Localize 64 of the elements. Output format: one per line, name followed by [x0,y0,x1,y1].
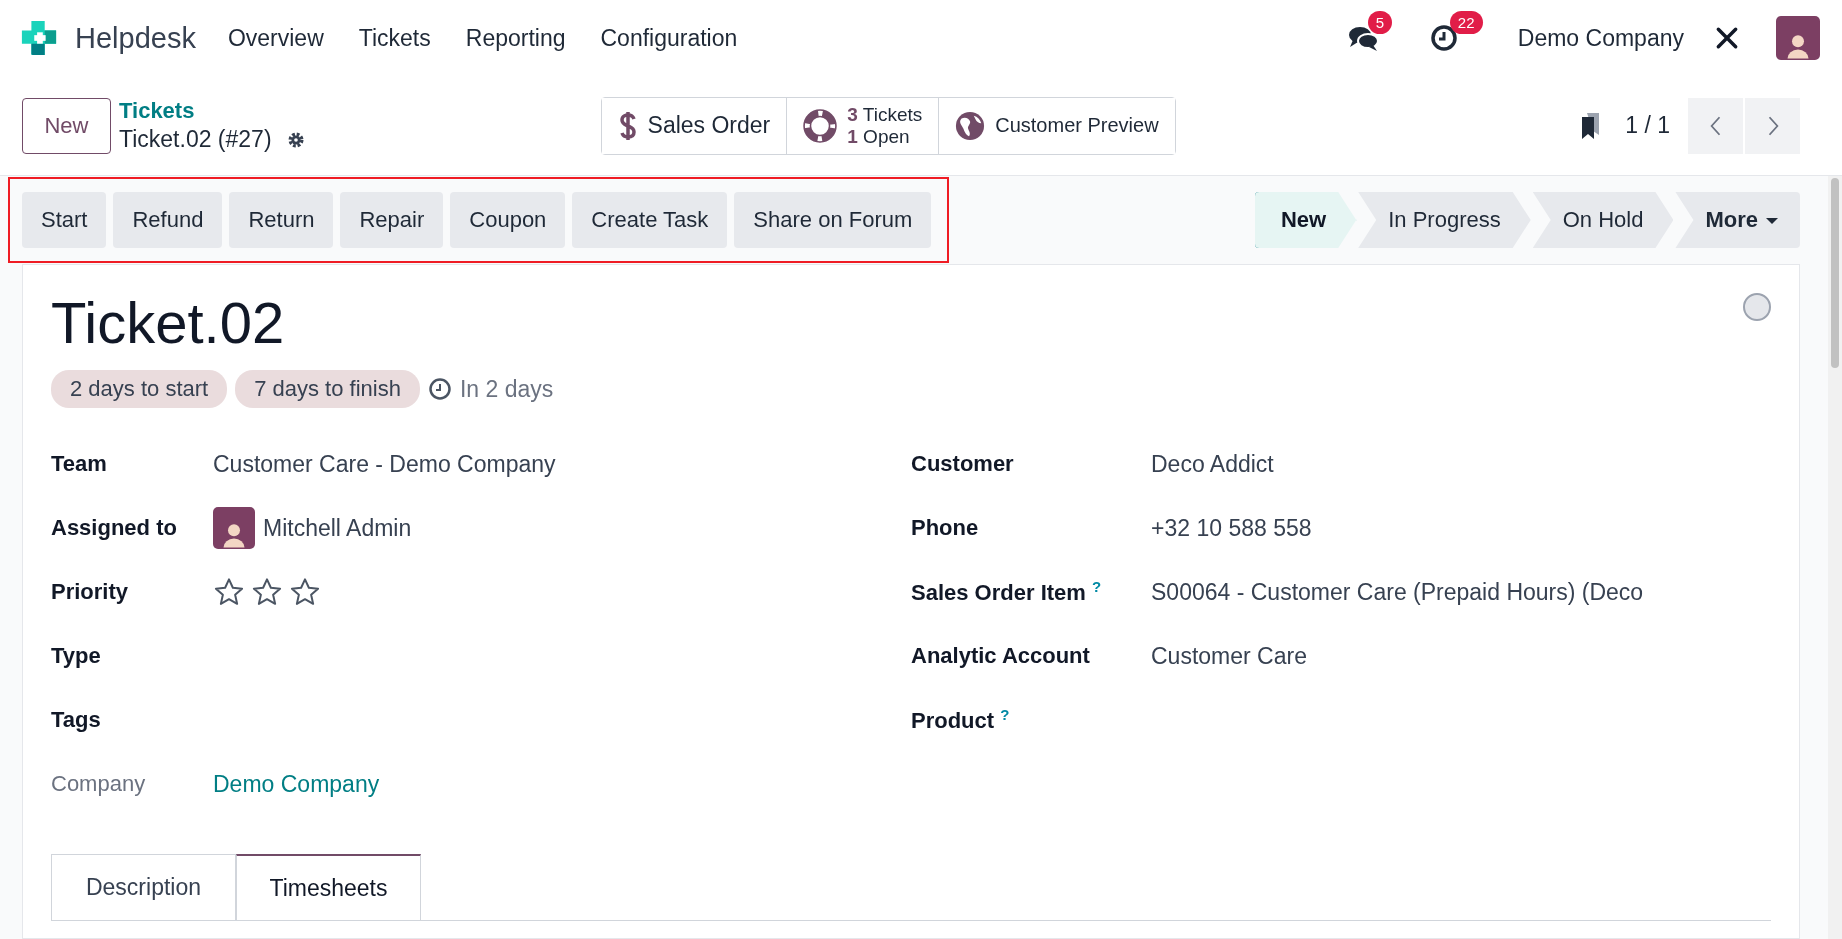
pager-value[interactable]: 1 / 1 [1625,112,1670,139]
field-value[interactable]: S00064 - Customer Care (Prepaid Hours) (Deco [1151,578,1644,606]
clock-icon[interactable] [1429,24,1458,52]
field-label: Sales Order Item $^{?}$ [911,577,1103,607]
star-icon[interactable] [251,576,283,608]
notification-badge: 5 [1367,11,1393,34]
globe-icon [955,110,986,141]
notebook-tab[interactable]: Description [51,854,236,920]
company-link[interactable]: Demo Company [213,770,380,798]
field-label: Customer [911,451,1015,477]
user-avatar[interactable] [1776,16,1820,60]
field-label: Analytic Account [911,643,1091,669]
menu-item[interactable]: Reporting [465,24,566,52]
menu-item[interactable]: Tickets [358,24,431,52]
lifebuoy-icon [803,108,838,143]
field-value[interactable]: Deco Addict [1151,450,1274,478]
field-value[interactable]: Customer Care [1151,642,1307,670]
stage-button[interactable]: On Hold [1532,192,1674,248]
sla-tag: 2 days to start [51,370,228,408]
field-label: Company [51,771,147,797]
app-name[interactable]: Helpdesk [75,21,196,55]
new-button[interactable]: New [22,97,111,154]
breadcrumb-link[interactable]: Tickets [119,98,306,124]
scrollbar[interactable] [1828,176,1842,939]
stage-button[interactable]: New [1254,192,1357,248]
record-name: Ticket.02 (#27) [119,126,272,153]
field-label: Tags [51,707,102,733]
stage-button[interactable]: In Progress [1358,192,1531,248]
ticket-title: Ticket.02 [51,289,285,356]
action-button[interactable]: Return [229,192,334,248]
field-label: Product $^{?}$ [911,705,1011,735]
menu-item[interactable]: Configuration [600,24,738,52]
menu-item[interactable]: Overview [227,24,324,52]
field-label: Assigned to [51,515,178,541]
priority-stars[interactable] [213,576,321,608]
company-switcher[interactable]: Demo Company [1517,24,1684,52]
action-button[interactable]: Share on Forum [734,192,932,248]
deadline-text: In 2 days [459,375,554,403]
action-button[interactable]: Create Task [572,192,728,248]
dollar-icon [617,109,638,142]
field-label: Phone [911,515,980,541]
action-button[interactable]: Start [22,192,107,248]
field-label: Priority [51,579,130,605]
field-label: Team [51,451,108,477]
notification-badge: 22 [1449,11,1483,34]
field-label: Type [51,643,102,669]
more-button[interactable]: More [1675,192,1800,248]
star-icon[interactable] [289,576,321,608]
smart-button[interactable]: Sales Order [601,97,788,154]
caret-icon [1766,218,1778,225]
user-avatar [213,507,255,549]
field-value[interactable]: Customer Care - Demo Company [213,450,556,478]
stat-line: 3 Tickets [847,103,923,126]
action-button[interactable]: Refund [113,192,223,248]
field-value[interactable]: +32 10 588 558 [1151,514,1312,542]
notebook-tab[interactable]: Timesheets [236,854,421,920]
action-button[interactable]: Repair [340,192,444,248]
clock-icon [427,377,452,401]
stat-line: 1 Open [847,125,911,148]
assignee-name[interactable]: Mitchell Admin [263,514,412,542]
sla-tag: 7 days to finish [235,370,420,408]
action-button[interactable]: Coupon [450,192,566,248]
star-icon[interactable] [213,576,245,608]
plus-logo-icon[interactable] [20,19,58,57]
